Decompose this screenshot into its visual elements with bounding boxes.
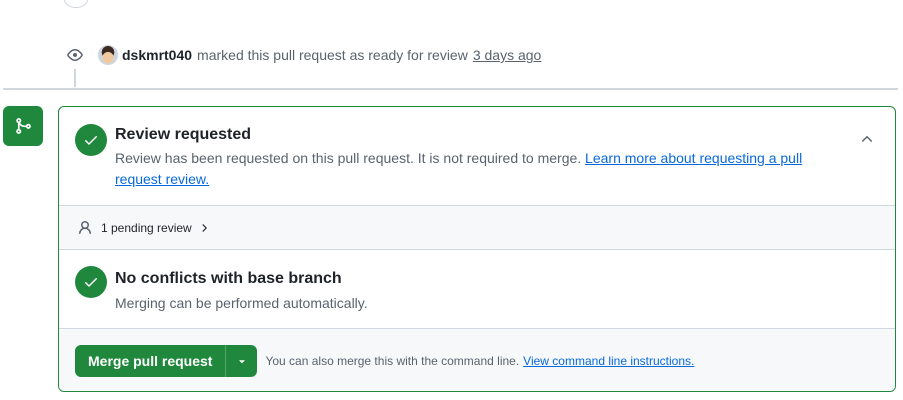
merge-method-dropdown[interactable] [225, 345, 258, 377]
chevron-right-icon [198, 222, 210, 234]
timeline-separator [3, 88, 898, 90]
timeline-event-ready-for-review: dskmrt040 marked this pull request as re… [64, 43, 541, 67]
merge-box: Review requested Review has been request… [58, 106, 896, 392]
check-circle-icon [75, 124, 107, 156]
git-merge-icon [3, 106, 43, 146]
merge-button-group: Merge pull request [75, 345, 258, 377]
pr-conversation-view: dskmrt040 marked this pull request as re… [0, 0, 903, 400]
pending-review-label: 1 pending review [101, 220, 192, 235]
merge-action-row: Merge pull request You can also merge th… [59, 329, 895, 391]
pending-review-row[interactable]: 1 pending review [59, 206, 895, 250]
command-line-hint-text: You can also merge this with the command… [265, 354, 520, 368]
chevron-up-icon [859, 131, 875, 152]
no-conflicts-title: No conflicts with base branch [115, 270, 342, 287]
actor-link[interactable]: dskmrt040 [122, 47, 192, 63]
timeline-line [74, 69, 76, 87]
review-requested-section: Review requested Review has been request… [59, 107, 895, 206]
event-timestamp-link[interactable]: 3 days ago [473, 47, 542, 63]
review-requested-title: Review requested [115, 126, 252, 143]
avatar[interactable] [98, 45, 118, 65]
review-requested-description: Review has been requested on this pull r… [115, 148, 845, 190]
eye-icon [64, 44, 86, 66]
command-line-instructions-link[interactable]: View command line instructions. [523, 354, 694, 368]
event-description: marked this pull request as ready for re… [197, 47, 468, 63]
no-conflicts-section: No conflicts with base branch Merging ca… [59, 250, 895, 329]
no-conflicts-description: Merging can be performed automatically. [115, 295, 368, 311]
review-requested-text: Review has been requested on this pull r… [115, 150, 582, 166]
collapse-button[interactable] [857, 131, 877, 151]
triangle-down-icon [236, 355, 248, 367]
timeline-node [64, 0, 88, 8]
person-icon [77, 220, 93, 236]
command-line-hint: You can also merge this with the command… [265, 354, 694, 368]
merge-pull-request-button[interactable]: Merge pull request [75, 345, 226, 377]
check-circle-icon [75, 266, 107, 298]
